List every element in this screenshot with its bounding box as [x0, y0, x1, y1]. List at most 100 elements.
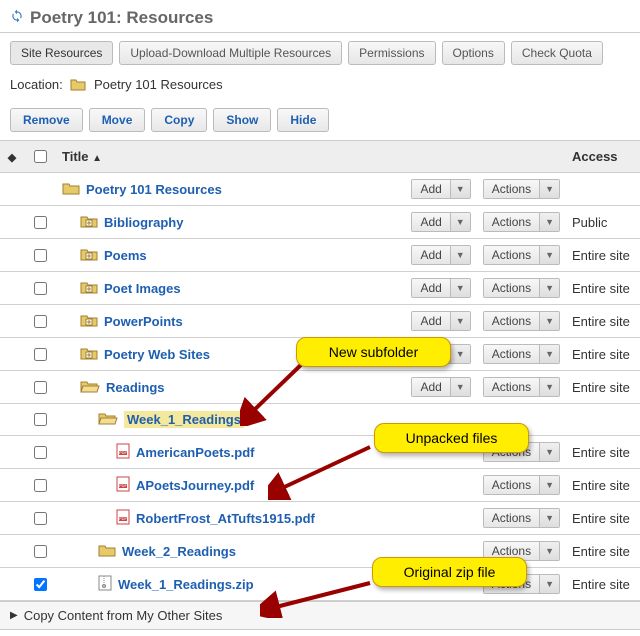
row-checkbox[interactable] — [34, 348, 47, 361]
refresh-icon — [10, 8, 24, 28]
chevron-down-icon: ▼ — [539, 180, 559, 198]
chevron-down-icon: ▼ — [539, 246, 559, 264]
action-button[interactable]: Remove — [10, 108, 83, 132]
chevron-down-icon: ▼ — [539, 345, 559, 363]
chevron-down-icon: ▼ — [539, 476, 559, 494]
folder-icon — [62, 181, 80, 198]
toolbar-button[interactable]: Upload-Download Multiple Resources — [119, 41, 342, 65]
row-checkbox[interactable] — [34, 512, 47, 525]
add-dropdown[interactable]: Add▼ — [411, 311, 470, 331]
copy-content-toggle[interactable]: ▶ Copy Content from My Other Sites — [0, 601, 640, 630]
action-button[interactable]: Show — [213, 108, 271, 132]
actions-dropdown[interactable]: Actions▼ — [483, 508, 560, 528]
folder-icon — [70, 77, 86, 94]
chevron-down-icon: ▼ — [450, 279, 470, 297]
actions-dropdown[interactable]: Actions▼ — [483, 245, 560, 265]
access-label: Entire site — [566, 305, 640, 338]
add-dropdown[interactable]: Add▼ — [411, 377, 470, 397]
row-checkbox[interactable] — [34, 479, 47, 492]
resource-link[interactable]: Poetry 101 Resources — [86, 182, 222, 197]
table-row: PoemsAdd▼Actions▼Entire site — [0, 239, 640, 272]
page-header: Poetry 101: Resources — [0, 0, 640, 33]
row-checkbox[interactable] — [34, 381, 47, 394]
row-checkbox[interactable] — [34, 446, 47, 459]
toolbar-button[interactable]: Permissions — [348, 41, 435, 65]
add-dropdown[interactable]: Add▼ — [411, 179, 470, 199]
add-dropdown[interactable]: Add▼ — [411, 278, 470, 298]
resource-link[interactable]: AmericanPoets.pdf — [136, 445, 254, 460]
resource-link[interactable]: PowerPoints — [104, 314, 183, 329]
chevron-down-icon: ▼ — [539, 575, 559, 593]
row-checkbox[interactable] — [34, 249, 47, 262]
callout-unpacked-files: Unpacked files — [374, 423, 529, 453]
col-title-header[interactable]: Title ▲ — [56, 141, 405, 173]
action-button[interactable]: Copy — [151, 108, 207, 132]
zip-icon — [98, 575, 112, 594]
pdf-icon: PDF — [116, 476, 130, 495]
folder-plus-icon — [80, 280, 98, 297]
callout-original-zip: Original zip file — [372, 557, 527, 587]
folder-open-icon — [98, 411, 118, 428]
row-checkbox[interactable] — [34, 282, 47, 295]
resource-link[interactable]: Bibliography — [104, 215, 183, 230]
table-row: Poetry 101 Resources Add▼ Actions▼ — [0, 173, 640, 206]
access-label: Entire site — [566, 371, 640, 404]
add-dropdown[interactable]: Add▼ — [411, 245, 470, 265]
access-label: Entire site — [566, 502, 640, 535]
folder-plus-icon — [80, 313, 98, 330]
row-checkbox[interactable] — [34, 315, 47, 328]
pdf-icon: PDF — [116, 509, 130, 528]
actions-dropdown[interactable]: Actions▼ — [483, 311, 560, 331]
toolbar: Site ResourcesUpload-Download Multiple R… — [0, 33, 640, 73]
actions-dropdown[interactable]: Actions▼ — [483, 377, 560, 397]
actions-dropdown[interactable]: Actions▼ — [483, 278, 560, 298]
access-label: Public — [566, 206, 640, 239]
row-checkbox[interactable] — [34, 413, 47, 426]
resource-link[interactable]: Readings — [106, 380, 165, 395]
actions-dropdown[interactable]: Actions▼ — [483, 344, 560, 364]
svg-text:PDF: PDF — [119, 483, 128, 488]
col-sort[interactable]: ◆ — [0, 141, 24, 173]
resource-link[interactable]: RobertFrost_AtTufts1915.pdf — [136, 511, 315, 526]
access-label — [566, 404, 640, 436]
select-all-checkbox[interactable] — [34, 150, 47, 163]
row-checkbox[interactable] — [34, 545, 47, 558]
table-row: Week_1_Readings — [0, 404, 640, 436]
table-row: Week_1_Readings.zipActions▼Entire site — [0, 568, 640, 601]
access-label: Entire site — [566, 535, 640, 568]
chevron-right-icon: ▶ — [10, 610, 18, 621]
callout-new-subfolder: New subfolder — [296, 337, 451, 367]
resource-link[interactable]: Week_1_Readings — [124, 411, 244, 428]
access-label: Entire site — [566, 272, 640, 305]
add-dropdown[interactable]: Add▼ — [411, 212, 470, 232]
toolbar-button[interactable]: Options — [442, 41, 505, 65]
actions-dropdown[interactable]: Actions▼ — [483, 212, 560, 232]
resource-link[interactable]: Poems — [104, 248, 147, 263]
folder-plus-icon — [80, 346, 98, 363]
resource-link[interactable]: Poet Images — [104, 281, 181, 296]
resource-link[interactable]: APoetsJourney.pdf — [136, 478, 254, 493]
access-label: Entire site — [566, 436, 640, 469]
resources-table: ◆ Title ▲ Access Poetry 101 Resources Add… — [0, 140, 640, 601]
action-button[interactable]: Move — [89, 108, 146, 132]
resource-link[interactable]: Poetry Web Sites — [104, 347, 210, 362]
actions-dropdown[interactable]: Actions▼ — [483, 475, 560, 495]
table-row: Week_2_ReadingsActions▼Entire site — [0, 535, 640, 568]
toolbar-button[interactable]: Site Resources — [10, 41, 113, 65]
folder-open-icon — [80, 379, 100, 396]
row-checkbox[interactable] — [34, 216, 47, 229]
col-access-header: Access — [566, 141, 640, 173]
toolbar-button[interactable]: Check Quota — [511, 41, 603, 65]
resource-link[interactable]: Week_2_Readings — [122, 544, 236, 559]
table-row: PDFAmericanPoets.pdfActions▼Entire site — [0, 436, 640, 469]
chevron-down-icon: ▼ — [450, 213, 470, 231]
actions-dropdown[interactable]: Actions▼ — [483, 179, 560, 199]
location-path: Poetry 101 Resources — [94, 77, 223, 92]
resource-link[interactable]: Week_1_Readings.zip — [118, 577, 254, 592]
chevron-down-icon: ▼ — [539, 213, 559, 231]
chevron-down-icon: ▼ — [539, 312, 559, 330]
table-row: PowerPoints Add▼ Actions▼ Entire site — [0, 305, 640, 338]
row-checkbox[interactable] — [34, 578, 47, 591]
action-button[interactable]: Hide — [277, 108, 329, 132]
page-title: Poetry 101: Resources — [30, 8, 213, 28]
